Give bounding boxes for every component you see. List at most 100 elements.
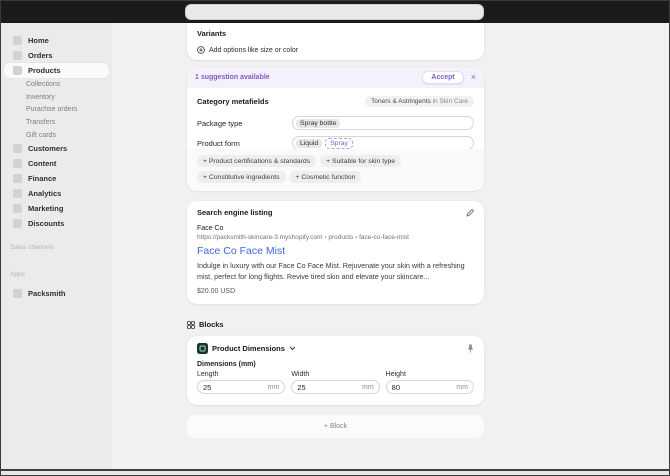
- analytics-icon: [13, 189, 22, 198]
- sidebar-item-customers[interactable]: Customers: [4, 141, 109, 156]
- plus-circle-icon: [197, 46, 205, 54]
- height-input[interactable]: [387, 383, 457, 392]
- close-icon[interactable]: ×: [471, 73, 476, 82]
- variants-card: Variants Add options like size or color: [187, 23, 484, 60]
- package-type-label: Package type: [197, 119, 292, 128]
- blocks-grid-icon: [187, 321, 195, 329]
- sidebar-subitem-label: Gift cards: [26, 132, 56, 139]
- sidebar-item-orders[interactable]: Orders: [4, 48, 109, 63]
- product-form-tag[interactable]: Liquid: [296, 139, 322, 148]
- sidebar-item-content[interactable]: Content: [4, 156, 109, 171]
- height-unit: mm: [456, 384, 473, 391]
- edit-pencil-icon[interactable]: [466, 209, 474, 217]
- sidebar-item-products[interactable]: Products: [4, 63, 109, 78]
- seo-site-name: Face Co: [197, 225, 474, 232]
- sidebar-item-home[interactable]: Home: [4, 33, 109, 48]
- finance-icon: [13, 174, 22, 183]
- suggestion-text: 1 suggestion available: [195, 74, 422, 81]
- orders-icon: [13, 51, 22, 60]
- dimensions-group-label: Dimensions (mm): [197, 361, 474, 368]
- seo-breadcrumb-url: https://packsmith-skincare-3.myshopify.c…: [197, 234, 474, 241]
- sidebar-item-label: Discounts: [28, 219, 64, 228]
- category-metafields-card: 1 suggestion available Accept × Category…: [187, 67, 484, 191]
- sidebar-item-label: Marketing: [28, 204, 63, 213]
- sidebar-item-label: Finance: [28, 174, 56, 183]
- product-form-row: Product form Liquid Spray: [197, 136, 474, 150]
- add-cosmetic-function-button[interactable]: + Cosmetic function: [290, 171, 362, 183]
- products-icon: [13, 66, 22, 75]
- sidebar-item-label: Content: [28, 159, 56, 168]
- metafields-body: Category metafields Toners & Astringents…: [187, 88, 484, 150]
- category-badge-light: in Skin Care: [433, 98, 468, 105]
- sidebar-item-label: Products: [28, 66, 61, 75]
- pin-icon[interactable]: [467, 344, 474, 353]
- package-type-input[interactable]: Spray bottle: [292, 116, 474, 130]
- sidebar-subitem-transfers[interactable]: Transfers: [1, 116, 112, 129]
- sidebar-item-discounts[interactable]: Discounts: [4, 216, 109, 231]
- chevron-down-icon[interactable]: [289, 346, 296, 351]
- search-engine-listing-card: Search engine listing Face Co https://pa…: [187, 201, 484, 304]
- product-form-label: Product form: [197, 139, 292, 148]
- add-option-label: Add options like size or color: [209, 47, 298, 54]
- sidebar-subitem-gift-cards[interactable]: Gift cards: [1, 129, 112, 142]
- app-window: Home Orders Products Collections Invento…: [0, 0, 670, 476]
- sidebar-item-label: Home: [28, 36, 49, 45]
- add-variant-option-button[interactable]: Add options like size or color: [197, 46, 474, 54]
- length-label: Length: [197, 371, 285, 378]
- home-icon: [13, 36, 22, 45]
- add-suitable-for-skin-type-button[interactable]: + Suitable for skin type: [320, 155, 401, 167]
- height-field: Height mm: [386, 371, 474, 394]
- discounts-icon: [13, 219, 22, 228]
- sidebar-subitem-label: Transfers: [26, 119, 55, 126]
- marketing-icon: [13, 204, 22, 213]
- blocks-title: Blocks: [199, 320, 224, 329]
- product-dimensions-card: Product Dimensions Dimensions (mm) Lengt…: [187, 336, 484, 405]
- content-icon: [13, 159, 22, 168]
- sidebar-subitem-label: Purachse orders: [26, 106, 77, 113]
- sidebar-subitem-inventory[interactable]: Inventory: [1, 91, 112, 104]
- width-input[interactable]: [292, 383, 362, 392]
- seo-price: $20.00 USD: [197, 288, 474, 295]
- package-type-row: Package type Spray bottle: [197, 116, 474, 130]
- category-metafields-title: Category metafields: [197, 97, 269, 106]
- accept-suggestion-button[interactable]: Accept: [422, 71, 463, 84]
- product-form-suggested-tag[interactable]: Spray: [325, 138, 353, 149]
- sidebar-item-analytics[interactable]: Analytics: [4, 186, 109, 201]
- length-input[interactable]: [198, 383, 268, 392]
- width-label: Width: [291, 371, 379, 378]
- customers-icon: [13, 144, 22, 153]
- package-type-tag[interactable]: Spray bottle: [296, 119, 340, 128]
- length-unit: mm: [268, 384, 285, 391]
- sidebar-subitem-collections[interactable]: Collections: [1, 78, 112, 91]
- sidebar-subitem-purchase-orders[interactable]: Purachse orders: [1, 103, 112, 116]
- add-block-button[interactable]: + Block: [187, 415, 484, 438]
- suggestion-banner: 1 suggestion available Accept ×: [187, 67, 484, 88]
- sidebar: Home Orders Products Collections Invento…: [1, 23, 112, 469]
- sidebar-item-label: Customers: [28, 144, 67, 153]
- category-badge-strong: Toners & Astringents: [371, 98, 431, 105]
- length-field: Length mm: [197, 371, 285, 394]
- packsmith-app-icon: [13, 289, 22, 298]
- product-dimensions-app-icon: [197, 343, 208, 354]
- search-input[interactable]: [185, 4, 484, 20]
- seo-page-title-link[interactable]: Face Co Face Mist: [197, 245, 474, 257]
- product-form-input[interactable]: Liquid Spray: [292, 136, 474, 150]
- sidebar-item-marketing[interactable]: Marketing: [4, 201, 109, 216]
- height-label: Height: [386, 371, 474, 378]
- add-constitutive-ingredients-button[interactable]: + Constitutive ingredients: [197, 171, 286, 183]
- block-name: Product Dimensions: [212, 344, 285, 353]
- variants-title: Variants: [197, 29, 474, 38]
- seo-description: Indulge in luxury with our Face Co Face …: [197, 261, 474, 283]
- apps-section-label: Apps: [1, 271, 112, 278]
- blocks-section-header: Blocks: [187, 320, 224, 329]
- add-product-certifications-button[interactable]: + Product certifications & standards: [197, 155, 316, 167]
- window-bottom-edge: [1, 469, 669, 475]
- sidebar-item-finance[interactable]: Finance: [4, 171, 109, 186]
- sidebar-item-label: Analytics: [28, 189, 61, 198]
- sidebar-item-label: Orders: [28, 51, 53, 60]
- seo-title: Search engine listing: [197, 208, 272, 217]
- width-unit: mm: [362, 384, 379, 391]
- sidebar-subitem-label: Collections: [26, 81, 60, 88]
- sidebar-item-packsmith[interactable]: Packsmith: [4, 286, 109, 301]
- sidebar-subitem-label: Inventory: [26, 94, 55, 101]
